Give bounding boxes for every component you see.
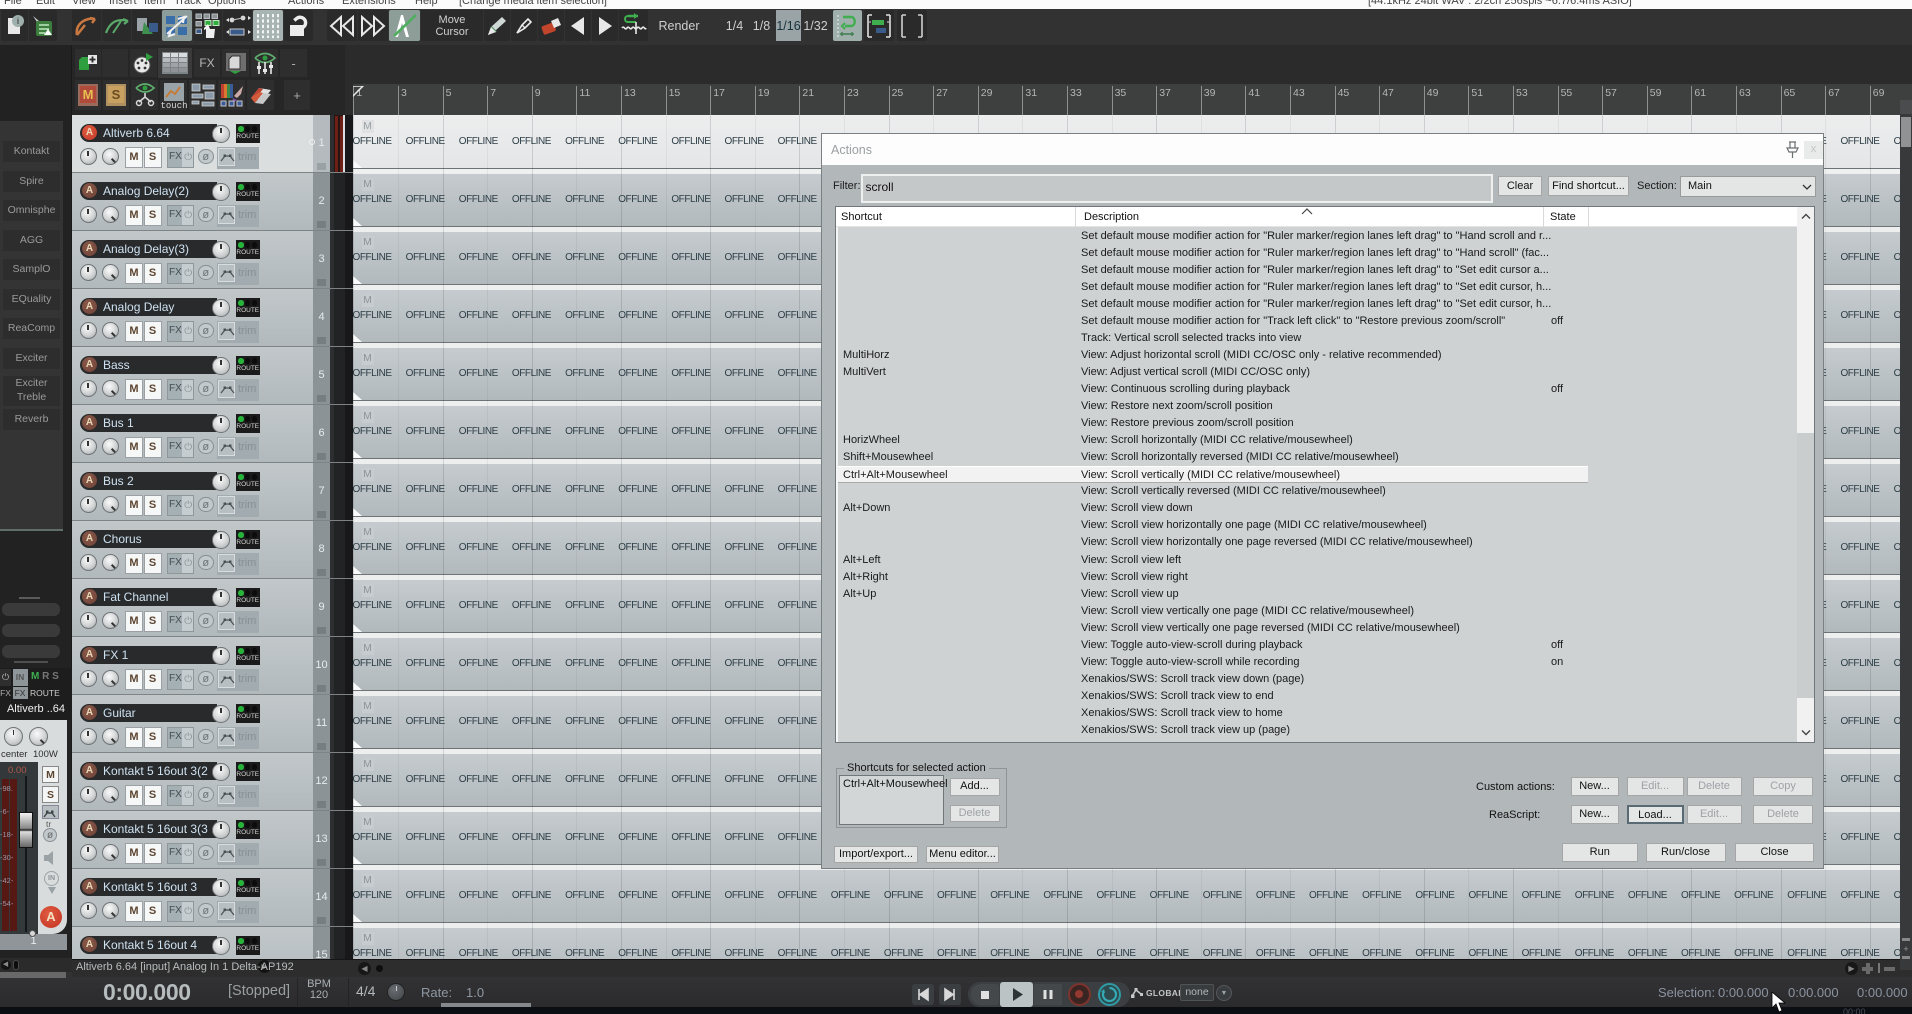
svg-text:touch: touch [161,101,187,109]
svg-text:S: S [112,87,121,102]
svg-text:M: M [83,87,94,102]
